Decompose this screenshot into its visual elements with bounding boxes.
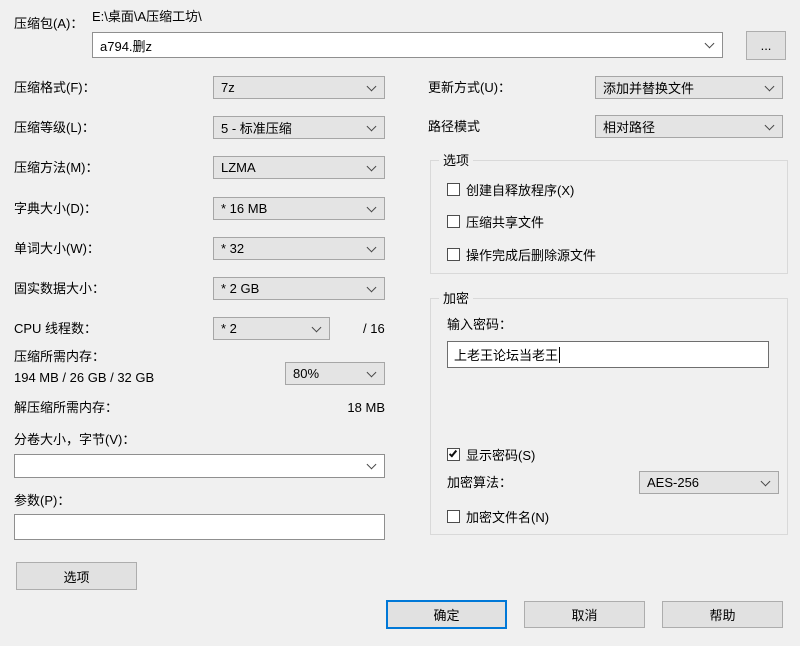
method-select[interactable]: LZMA bbox=[213, 156, 385, 179]
add-to-archive-dialog: 压缩包(A)： E:\桌面\A压缩工坊\ a794.删z ... 压缩格式(F)… bbox=[0, 0, 800, 646]
memory-compress-value: 194 MB / 26 GB / 32 GB bbox=[14, 370, 155, 385]
volume-size-combobox[interactable] bbox=[14, 454, 385, 478]
chevron-down-icon bbox=[764, 81, 775, 91]
chevron-down-icon bbox=[366, 282, 377, 292]
level-label: 压缩等级(L)： bbox=[14, 120, 95, 135]
word-size-label: 单词大小(W)： bbox=[14, 241, 100, 256]
encrypt-names-checkbox-row[interactable]: 加密文件名(N) bbox=[447, 508, 549, 525]
archive-label: 压缩包(A)： bbox=[14, 16, 84, 31]
archive-dir-path: E:\桌面\A压缩工坊\ bbox=[92, 9, 202, 24]
chevron-down-icon bbox=[366, 121, 377, 131]
delete-after-checkbox[interactable] bbox=[447, 248, 460, 261]
chevron-down-icon bbox=[311, 322, 322, 332]
sfx-checkbox-row[interactable]: 创建自释放程序(X) bbox=[447, 181, 574, 198]
update-mode-select[interactable]: 添加并替换文件 bbox=[595, 76, 783, 99]
memory-decompress-label: 解压缩所需内存： bbox=[14, 400, 119, 415]
cpu-threads-max: / 16 bbox=[363, 321, 385, 336]
format-label: 压缩格式(F)： bbox=[14, 80, 96, 95]
delete-after-checkbox-label[interactable]: 操作完成后删除源文件 bbox=[466, 245, 596, 264]
options-group: 选项 创建自释放程序(X) 压缩共享文件 操作完成后删除源文件 bbox=[430, 152, 788, 274]
encryption-method-select[interactable]: AES-256 bbox=[639, 471, 779, 494]
sfx-checkbox[interactable] bbox=[447, 183, 460, 196]
encryption-group-title: 加密 bbox=[439, 290, 474, 307]
encrypt-names-checkbox[interactable] bbox=[447, 510, 460, 523]
shared-files-checkbox-label[interactable]: 压缩共享文件 bbox=[466, 212, 544, 231]
options-group-title: 选项 bbox=[439, 152, 474, 169]
password-value: 上老王论坛当老王 bbox=[454, 348, 559, 363]
dictionary-select[interactable]: * 16 MB bbox=[213, 197, 385, 220]
cpu-threads-select[interactable]: * 2 bbox=[213, 317, 330, 340]
cancel-button-label: 取消 bbox=[571, 608, 598, 623]
update-mode-label: 更新方式(U)： bbox=[428, 80, 512, 95]
memory-percent-value: 80% bbox=[293, 366, 320, 381]
chevron-down-icon bbox=[760, 476, 771, 486]
word-size-select[interactable]: * 32 bbox=[213, 237, 385, 260]
archive-name-value: a794.删z bbox=[100, 38, 153, 54]
method-label: 压缩方法(M)： bbox=[14, 160, 99, 175]
cpu-threads-label: CPU 线程数： bbox=[14, 321, 98, 336]
format-value: 7z bbox=[221, 80, 235, 95]
level-value: 5 - 标准压缩 bbox=[221, 121, 292, 136]
chevron-down-icon bbox=[366, 242, 377, 252]
text-caret bbox=[559, 346, 561, 363]
solid-size-label: 固实数据大小： bbox=[14, 281, 106, 296]
options-button[interactable]: 选项 bbox=[16, 562, 137, 590]
options-button-label: 选项 bbox=[63, 569, 90, 585]
word-size-value: * 32 bbox=[221, 241, 245, 256]
show-password-checkbox-row[interactable]: 显示密码(S) bbox=[447, 446, 535, 463]
show-password-checkbox-label[interactable]: 显示密码(S) bbox=[466, 445, 535, 464]
volume-size-label: 分卷大小，字节(V)： bbox=[14, 432, 136, 447]
chevron-down-icon bbox=[366, 161, 377, 171]
encryption-method-label: 加密算法： bbox=[447, 475, 513, 490]
checkmark-icon bbox=[448, 448, 458, 458]
archive-name-combobox[interactable]: a794.删z bbox=[92, 32, 723, 58]
chevron-down-icon bbox=[704, 38, 715, 49]
chevron-down-icon bbox=[366, 459, 377, 470]
path-mode-value: 相对路径 bbox=[603, 120, 656, 135]
solid-size-value: * 2 GB bbox=[221, 281, 260, 296]
method-value: LZMA bbox=[221, 160, 256, 175]
shared-files-checkbox[interactable] bbox=[447, 215, 460, 228]
dictionary-label: 字典大小(D)： bbox=[14, 201, 98, 216]
chevron-down-icon bbox=[764, 120, 775, 130]
shared-files-checkbox-row[interactable]: 压缩共享文件 bbox=[447, 213, 544, 230]
encryption-method-value: AES-256 bbox=[647, 475, 700, 490]
chevron-down-icon bbox=[366, 367, 377, 377]
path-mode-select[interactable]: 相对路径 bbox=[595, 115, 783, 138]
cancel-button[interactable]: 取消 bbox=[524, 601, 645, 628]
encryption-group: 加密 输入密码： 上老王论坛当老王 显示密码(S) 加密算法： AES-256 … bbox=[430, 290, 788, 535]
dictionary-value: * 16 MB bbox=[221, 201, 268, 216]
encrypt-names-checkbox-label[interactable]: 加密文件名(N) bbox=[466, 507, 549, 526]
ok-button-label: 确定 bbox=[433, 608, 460, 623]
password-input[interactable]: 上老王论坛当老王 bbox=[447, 341, 769, 368]
parameters-input[interactable] bbox=[14, 514, 385, 540]
browse-button[interactable]: ... bbox=[746, 31, 786, 60]
path-mode-label: 路径模式 bbox=[428, 119, 481, 134]
parameters-label: 参数(P)： bbox=[14, 493, 71, 508]
help-button[interactable]: 帮助 bbox=[662, 601, 783, 628]
password-label: 输入密码： bbox=[447, 317, 513, 332]
memory-percent-select[interactable]: 80% bbox=[285, 362, 385, 385]
solid-size-select[interactable]: * 2 GB bbox=[213, 277, 385, 300]
memory-compress-label: 压缩所需内存： bbox=[14, 349, 106, 364]
level-select[interactable]: 5 - 标准压缩 bbox=[213, 116, 385, 139]
chevron-down-icon bbox=[366, 202, 377, 212]
ok-button[interactable]: 确定 bbox=[386, 600, 507, 629]
help-button-label: 帮助 bbox=[709, 608, 736, 623]
show-password-checkbox[interactable] bbox=[447, 448, 460, 461]
update-mode-value: 添加并替换文件 bbox=[603, 81, 695, 96]
cpu-threads-value: * 2 bbox=[221, 321, 237, 336]
format-select[interactable]: 7z bbox=[213, 76, 385, 99]
browse-button-label: ... bbox=[760, 38, 772, 53]
chevron-down-icon bbox=[366, 81, 377, 91]
sfx-checkbox-label[interactable]: 创建自释放程序(X) bbox=[466, 180, 574, 199]
delete-after-checkbox-row[interactable]: 操作完成后删除源文件 bbox=[447, 246, 596, 263]
memory-decompress-value: 18 MB bbox=[347, 400, 385, 415]
